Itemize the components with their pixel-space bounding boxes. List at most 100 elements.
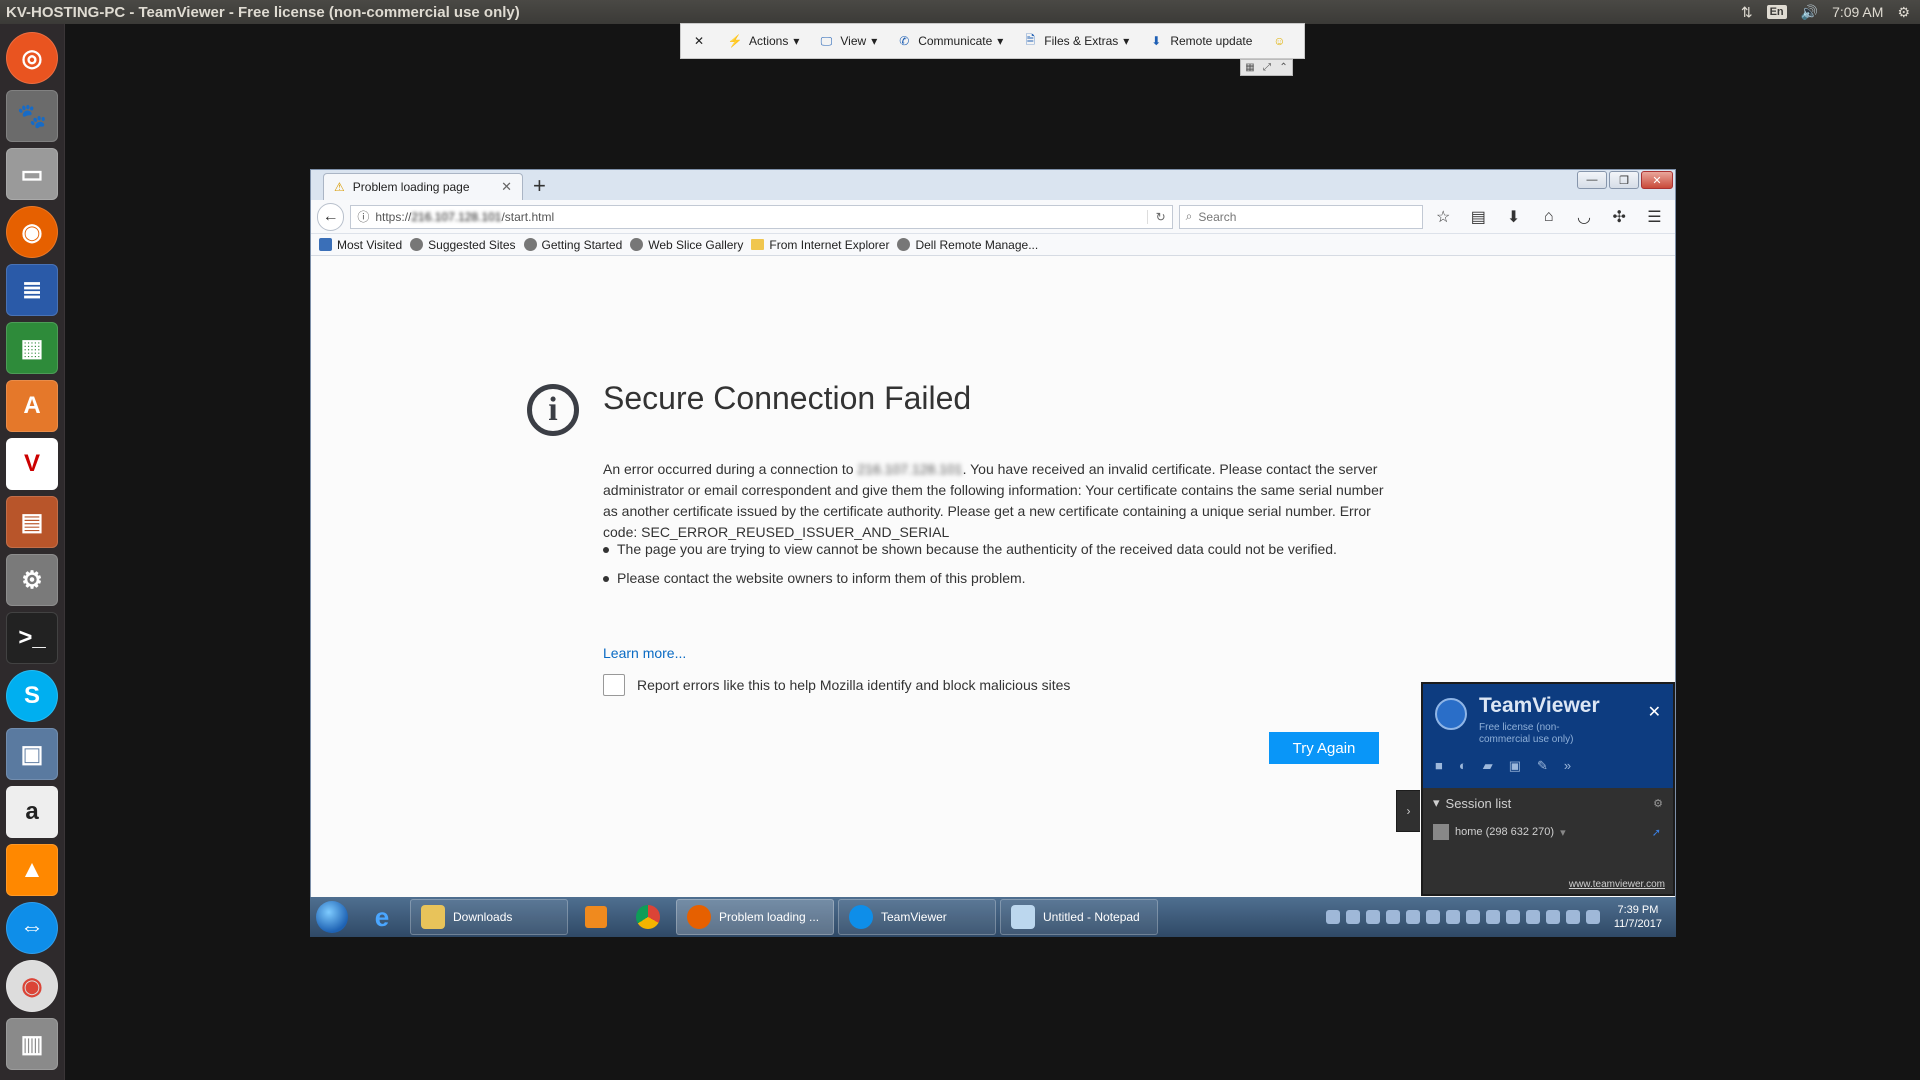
- reload-icon[interactable]: ↻: [1146, 209, 1166, 224]
- report-checkbox[interactable]: [603, 674, 625, 696]
- bookmark-item[interactable]: Getting Started: [523, 238, 622, 252]
- start-button[interactable]: [310, 897, 354, 937]
- tray-icon[interactable]: [1525, 910, 1540, 924]
- writer-icon[interactable]: ≣: [6, 264, 58, 316]
- vlc-icon[interactable]: ▲: [6, 844, 58, 896]
- bookmark-star-icon[interactable]: ☆: [1429, 203, 1458, 231]
- actions-menu[interactable]: ⚡ Actions ▾: [717, 24, 808, 58]
- tray-icon[interactable]: [1405, 910, 1420, 924]
- bookmark-item[interactable]: Dell Remote Manage...: [897, 238, 1038, 252]
- virtualbox-icon[interactable]: ▣: [6, 728, 58, 780]
- learn-more-link[interactable]: Learn more...: [603, 645, 686, 661]
- session-list-header[interactable]: ▾ Session list ⚙: [1423, 788, 1673, 818]
- taskbar-firefox[interactable]: Problem loading ...: [676, 899, 834, 935]
- info-icon[interactable]: ⓘ: [357, 208, 369, 225]
- close-connection-button[interactable]: ✕: [681, 24, 717, 58]
- calc-icon[interactable]: ▦: [6, 322, 58, 374]
- bookmark-item[interactable]: Most Visited: [319, 238, 402, 252]
- tray-icon[interactable]: [1345, 910, 1360, 924]
- taskbar-clock[interactable]: 7:39 PM 11/7/2017: [1614, 903, 1662, 931]
- taskbar-notepad[interactable]: Untitled - Notepad: [1000, 899, 1158, 935]
- close-window-button[interactable]: ✕: [1641, 171, 1673, 189]
- tray-icon[interactable]: [1325, 910, 1340, 924]
- files-extras-menu[interactable]: 🗎 Files & Extras ▾: [1012, 24, 1138, 58]
- chrome-icon[interactable]: ◉: [6, 960, 58, 1012]
- software-center-icon[interactable]: A: [6, 380, 58, 432]
- grid-icon[interactable]: ▦: [1245, 62, 1254, 73]
- video-icon[interactable]: ■: [1435, 758, 1443, 774]
- clock[interactable]: 7:09 AM: [1832, 4, 1883, 20]
- tray-icon[interactable]: [1445, 910, 1460, 924]
- collapse-icon[interactable]: ⌃: [1279, 62, 1287, 73]
- fullscreen-icon[interactable]: ⤢: [1263, 62, 1271, 73]
- feedback-button[interactable]: ☺: [1261, 24, 1297, 58]
- try-again-button[interactable]: Try Again: [1269, 732, 1379, 764]
- trash-icon[interactable]: ▥: [6, 1018, 58, 1070]
- impress-icon[interactable]: ▤: [6, 496, 58, 548]
- bookmark-item[interactable]: Web Slice Gallery: [630, 238, 743, 252]
- tv-close-icon[interactable]: ✕: [1648, 702, 1661, 722]
- restore-button[interactable]: ❐: [1609, 171, 1639, 189]
- tray-icon[interactable]: [1365, 910, 1380, 924]
- files-icon[interactable]: ▭: [6, 148, 58, 200]
- signal-icon[interactable]: [1565, 910, 1580, 924]
- ie-taskbar-icon[interactable]: e: [358, 899, 406, 935]
- url-bar[interactable]: ⓘ https://216.107.128.101/start.html ↻: [350, 204, 1173, 229]
- close-tab-icon[interactable]: ✕: [501, 179, 512, 195]
- gimp-icon[interactable]: 🐾: [6, 90, 58, 142]
- hamburger-menu-icon[interactable]: ☰: [1640, 203, 1669, 231]
- bookmarks-menu-icon[interactable]: ▤: [1464, 203, 1493, 231]
- panel-toggle-button[interactable]: ›: [1396, 790, 1420, 832]
- volume-icon[interactable]: 🔊: [1801, 4, 1818, 21]
- pen-icon[interactable]: ✎: [1537, 758, 1548, 774]
- chat-icon[interactable]: ▰: [1483, 758, 1493, 774]
- skype-icon[interactable]: S: [6, 670, 58, 722]
- error-bullets: The page you are trying to view cannot b…: [603, 539, 1389, 597]
- tray-icon[interactable]: [1425, 910, 1440, 924]
- pointer-icon[interactable]: ➚: [1652, 826, 1661, 839]
- media-player-taskbar-icon[interactable]: [572, 899, 620, 935]
- minimize-button[interactable]: —: [1577, 171, 1607, 189]
- session-item[interactable]: home (298 632 270) ▾ ➚: [1423, 818, 1673, 846]
- bookmark-label: Suggested Sites: [428, 237, 516, 252]
- view-menu[interactable]: 🖵 View ▾: [808, 24, 886, 58]
- keyboard-layout[interactable]: En: [1766, 5, 1787, 19]
- pocket-icon[interactable]: ◡: [1569, 203, 1598, 231]
- teamviewer-link[interactable]: www.teamviewer.com: [1569, 879, 1665, 890]
- bookmark-item[interactable]: Suggested Sites: [410, 237, 516, 252]
- bookmark-item[interactable]: From Internet Explorer: [751, 238, 889, 252]
- teamviewer-launcher-icon[interactable]: ⇔: [6, 902, 58, 954]
- tray-icon[interactable]: [1545, 910, 1560, 924]
- back-button[interactable]: ←: [317, 202, 345, 231]
- amazon-icon[interactable]: a: [6, 786, 58, 838]
- bluetooth-icon[interactable]: [1485, 910, 1500, 924]
- vnc-icon[interactable]: V: [6, 438, 58, 490]
- ubuntu-dash-icon[interactable]: ◎: [6, 32, 58, 84]
- chrome-taskbar-icon[interactable]: [624, 899, 672, 935]
- bookmarks-toolbar: Most Visited Suggested Sites Getting Sta…: [311, 234, 1675, 256]
- settings-gear-icon[interactable]: ⚙: [1897, 4, 1910, 21]
- search-box[interactable]: ⌕ Search: [1178, 204, 1423, 229]
- home-icon[interactable]: ⌂: [1534, 203, 1563, 231]
- tab-problem-loading[interactable]: ⚠ Problem loading page ✕: [323, 173, 523, 200]
- remote-update-button[interactable]: ⬇ Remote update: [1138, 24, 1261, 58]
- terminal-icon[interactable]: >_: [6, 612, 58, 664]
- taskbar-teamviewer[interactable]: TeamViewer: [838, 899, 996, 935]
- addon-icon[interactable]: ✣: [1605, 203, 1634, 231]
- file-transfer-icon[interactable]: ▣: [1509, 758, 1521, 774]
- firefox-icon[interactable]: ◉: [6, 206, 58, 258]
- headset-icon[interactable]: ◐: [1459, 758, 1467, 774]
- network-icon[interactable]: ⇅: [1741, 4, 1753, 21]
- wifi-icon[interactable]: [1505, 910, 1520, 924]
- volume-icon[interactable]: [1585, 910, 1600, 924]
- system-settings-icon[interactable]: ⚙: [6, 554, 58, 606]
- new-tab-button[interactable]: +: [533, 173, 546, 199]
- window-controls: — ❐ ✕: [1577, 171, 1673, 189]
- taskbar-downloads[interactable]: Downloads: [410, 899, 568, 935]
- communicate-menu[interactable]: ✆ Communicate ▾: [886, 24, 1012, 58]
- tray-icon[interactable]: [1465, 910, 1480, 924]
- tray-icon[interactable]: [1385, 910, 1400, 924]
- downloads-icon[interactable]: ⬇: [1499, 203, 1528, 231]
- more-icon[interactable]: »: [1564, 758, 1571, 774]
- gear-icon[interactable]: ⚙: [1653, 797, 1663, 810]
